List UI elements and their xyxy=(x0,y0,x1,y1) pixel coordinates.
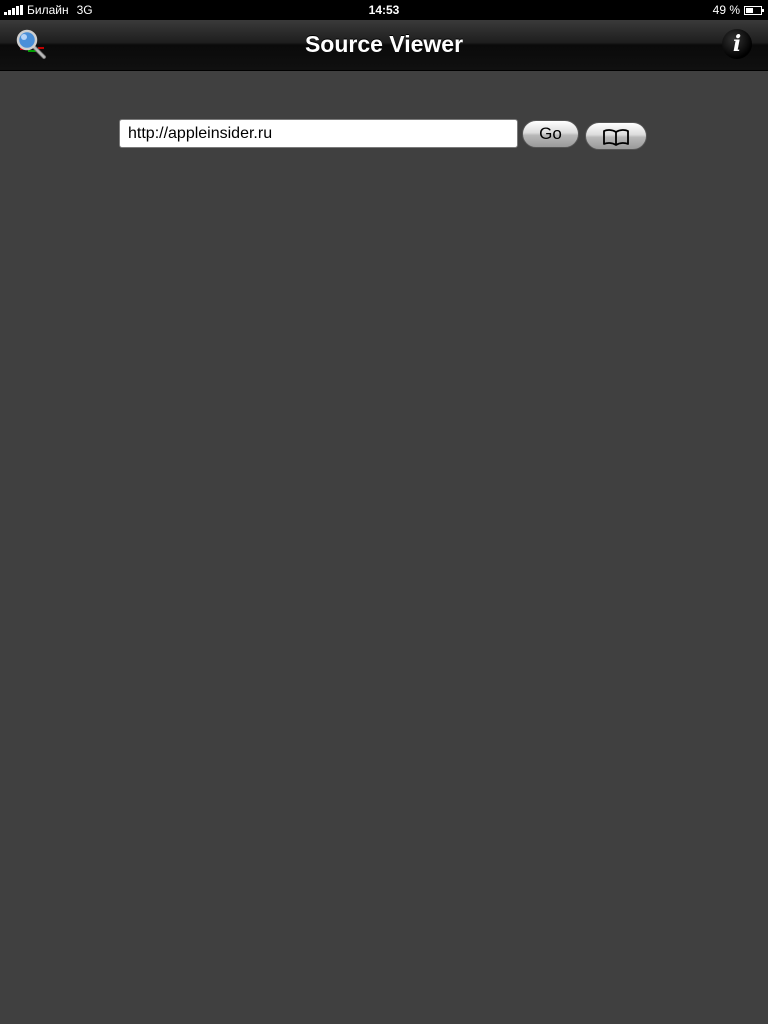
app-screen: Билайн 3G 14:53 49 % Source Viewer i htt… xyxy=(0,0,768,1024)
bookmarks-button[interactable] xyxy=(585,122,647,150)
url-input[interactable] xyxy=(119,119,518,148)
status-bar: Билайн 3G 14:53 49 % xyxy=(0,0,768,20)
go-button[interactable]: Go xyxy=(522,120,579,148)
battery-fill xyxy=(746,7,753,13)
status-time: 14:53 xyxy=(368,3,400,17)
status-right: 49 % xyxy=(712,0,764,20)
info-icon: i xyxy=(732,31,742,57)
page-title: Source Viewer xyxy=(304,31,464,57)
battery-icon xyxy=(744,5,764,15)
battery-percent: 49 % xyxy=(712,3,740,17)
info-button[interactable]: i xyxy=(722,29,752,59)
navigation-bar: Source Viewer i xyxy=(0,20,768,71)
open-book-icon xyxy=(603,129,629,146)
